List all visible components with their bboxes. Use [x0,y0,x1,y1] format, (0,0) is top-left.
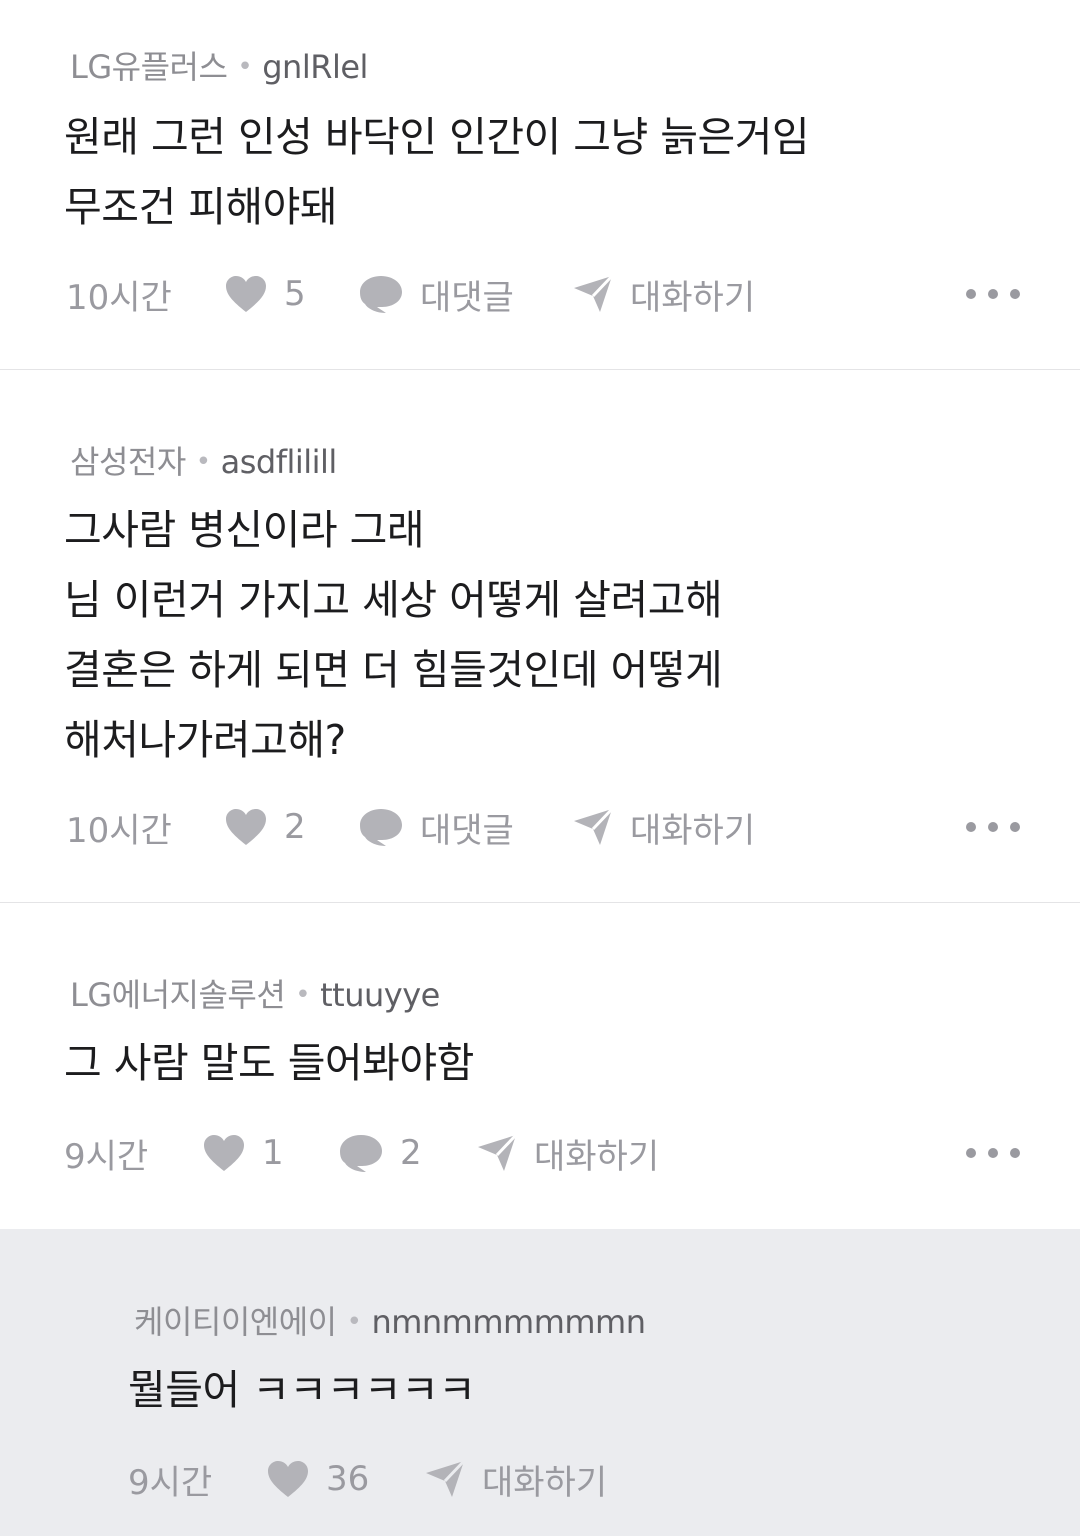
separator-dot: • [346,1307,362,1337]
separator-dot: • [295,980,311,1010]
paper-plane-icon [572,807,614,847]
like-button[interactable]: 36 [266,1449,369,1509]
comment-author[interactable]: LG에너지솔루션 • ttuuyye [70,970,440,1016]
chat-button[interactable]: 대화하기 [572,797,755,857]
comment-line: 그 사람 말도 들어봐야함 [64,1039,474,1087]
author-company: LG에너지솔루션 [70,976,286,1014]
speech-bubble-icon [338,1132,384,1174]
chat-button[interactable]: 대화하기 [572,264,755,324]
comment-text: 뭘들어 ㅋㅋㅋㅋㅋㅋ [128,1355,476,1425]
comment-line: 그사람 병신이라 그래 [64,506,425,554]
reply-button[interactable]: 대댓글 [358,264,514,324]
author-nickname: ttuuyye [320,976,440,1014]
heart-icon [224,274,268,314]
comment-author[interactable]: 케이티이엔에이 • nmnmmmmmmn [134,1297,646,1343]
chat-label: 대화하기 [482,1462,608,1503]
comment-item: LG에너지솔루션 • ttuuyye 그 사람 말도 들어봐야함 9시간 1 2 [0,904,1080,1229]
more-dots-icon[interactable] [966,797,1020,857]
like-count: 2 [284,807,306,847]
comment-line: 뭘들어 ㅋㅋㅋㅋㅋㅋ [128,1366,476,1414]
more-dots-icon[interactable] [966,264,1020,324]
like-button[interactable]: 2 [224,797,306,857]
timestamp: 10시간 [66,810,172,851]
comment-actions: 9시간 1 2 대화하기 [0,1123,1080,1183]
comment-author[interactable]: LG유플러스 • gnlRlel [70,42,368,88]
comment-line: 님 이런거 가지고 세상 어떻게 살려고해 [64,576,723,624]
separator-dot: • [195,447,211,477]
speech-bubble-icon [358,806,404,848]
author-company: 삼성전자 [70,443,186,481]
author-company: 케이티이엔에이 [134,1303,337,1341]
chat-label: 대화하기 [630,810,756,851]
heart-icon [202,1133,246,1173]
paper-plane-icon [424,1459,466,1499]
more-dots-icon[interactable] [966,1123,1020,1183]
reply-label: 대댓글 [420,810,514,851]
like-count: 36 [326,1459,370,1499]
author-nickname: asdflilill [220,443,338,481]
timestamp: 9시간 [64,1136,149,1177]
heart-icon [266,1459,310,1499]
comment-item: LG유플러스 • gnlRlel 원래 그런 인성 바닥인 인간이 그냥 늙은거임 … [0,0,1080,370]
comment-author[interactable]: 삼성전자 • asdflilill [70,437,337,483]
comment-line: 해처나가려고해? [64,716,346,764]
separator-dot: • [237,52,253,82]
comment-actions: 10시간 5 대댓글 대화하기 [0,264,1080,324]
chat-button[interactable]: 대화하기 [424,1449,607,1509]
like-button[interactable]: 1 [202,1123,284,1183]
reply-button[interactable]: 대댓글 [358,797,514,857]
like-count: 1 [262,1133,284,1173]
author-nickname: nmnmmmmmmn [371,1303,646,1341]
comment-line: 결혼은 하게 되면 더 힘들것인데 어떻게 [64,646,723,694]
comment-line: 무조건 피해야돼 [64,183,338,231]
reply-label: 대댓글 [420,277,514,318]
author-nickname: gnlRlel [262,48,368,86]
speech-bubble-icon [358,273,404,315]
comment-item: 삼성전자 • asdflilill 그사람 병신이라 그래 님 이런거 가지고 세상… [0,371,1080,903]
comment-feed: LG유플러스 • gnlRlel 원래 그런 인성 바닥인 인간이 그냥 늙은거임 … [0,0,1080,1536]
paper-plane-icon [476,1133,518,1173]
heart-icon [224,807,268,847]
chat-label: 대화하기 [534,1136,660,1177]
chat-label: 대화하기 [630,277,756,318]
paper-plane-icon [572,274,614,314]
comment-actions: 10시간 2 대댓글 대화하기 [0,797,1080,857]
chat-button[interactable]: 대화하기 [476,1123,659,1183]
comment-text: 원래 그런 인성 바닥인 인간이 그냥 늙은거임 무조건 피해야돼 [64,102,810,242]
comment-line: 원래 그런 인성 바닥인 인간이 그냥 늙은거임 [64,113,810,161]
comment-text: 그 사람 말도 들어봐야함 [64,1028,474,1098]
timestamp: 10시간 [66,277,172,318]
author-company: LG유플러스 [70,48,228,86]
reply-item: 케이티이엔에이 • nmnmmmmmmn 뭘들어 ㅋㅋㅋㅋㅋㅋ 9시간 36 대화하… [0,1229,1080,1536]
comment-text: 그사람 병신이라 그래 님 이런거 가지고 세상 어떻게 살려고해 결혼은 하게… [64,495,723,775]
like-button[interactable]: 5 [224,264,306,324]
timestamp: 9시간 [128,1462,213,1503]
comment-actions: 9시간 36 대화하기 [0,1449,1080,1509]
like-count: 5 [284,274,306,314]
reply-count: 2 [400,1133,422,1173]
reply-button[interactable]: 2 [338,1123,422,1183]
